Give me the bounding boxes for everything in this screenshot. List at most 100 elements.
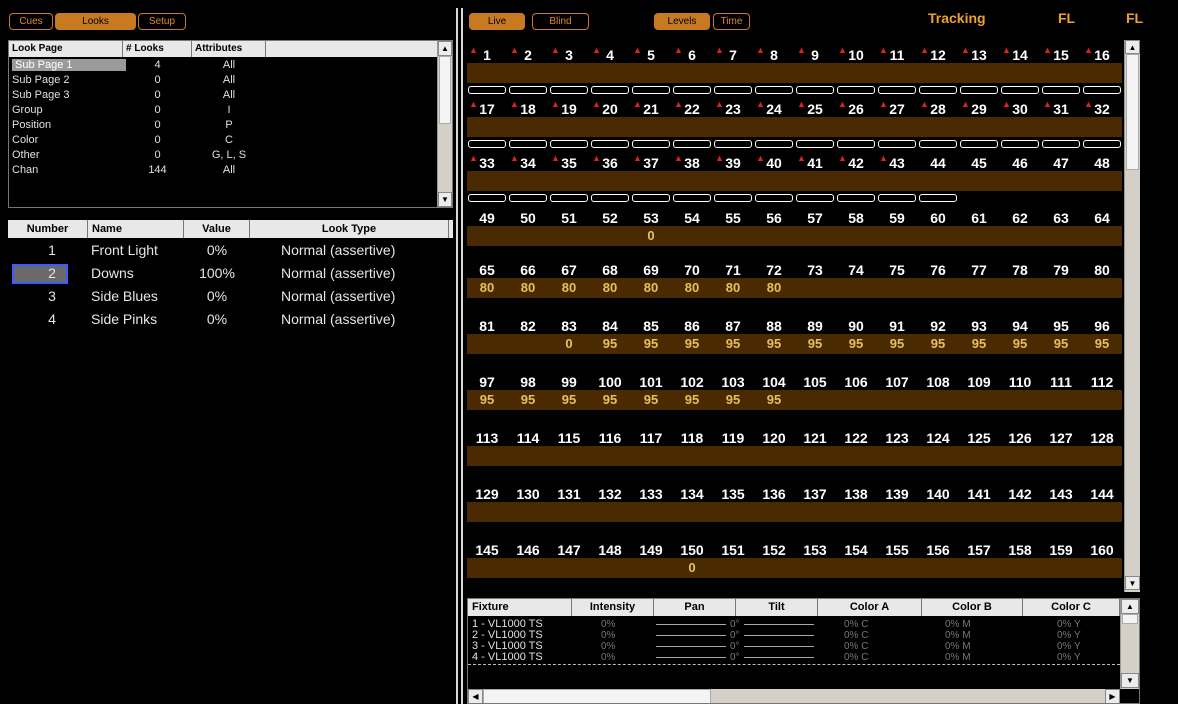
channel-number[interactable]: 118 <box>672 430 712 446</box>
scroll-down-icon[interactable]: ▼ <box>1125 576 1140 590</box>
channel-number[interactable]: 46 <box>1000 155 1040 171</box>
fixture-vscrollbar[interactable]: ▲ ▼ <box>1120 599 1139 689</box>
channel-number[interactable]: 77 <box>959 262 999 278</box>
channel-number[interactable]: 115 <box>549 430 589 446</box>
channel-number[interactable]: 103 <box>713 374 753 390</box>
channel-number[interactable]: 54 <box>672 210 712 226</box>
channel-number[interactable]: 78 <box>1000 262 1040 278</box>
channel-number[interactable]: 134 <box>672 486 712 502</box>
channel-number[interactable]: 117 <box>631 430 671 446</box>
look-page-row[interactable]: Chan 144 All <box>9 163 437 178</box>
channel-number[interactable]: 139 <box>877 486 917 502</box>
col-color-a[interactable]: Color A <box>818 599 922 616</box>
channel-number[interactable]: 94 <box>1000 318 1040 334</box>
channel-number[interactable]: 91 <box>877 318 917 334</box>
channel-number[interactable]: 128 <box>1082 430 1122 446</box>
channel-number[interactable]: 113 <box>467 430 507 446</box>
channel-number[interactable]: 58 <box>836 210 876 226</box>
channel-number[interactable]: 98 <box>508 374 548 390</box>
scroll-thumb[interactable] <box>483 689 711 703</box>
scroll-thumb[interactable] <box>1122 614 1138 624</box>
channel-number[interactable]: 48 <box>1082 155 1122 171</box>
channel-number[interactable]: 158 <box>1000 542 1040 558</box>
look-page-row[interactable]: Group 0 I <box>9 103 437 118</box>
look-page-scrollbar[interactable]: ▲ ▼ <box>437 41 452 207</box>
channel-number[interactable]: 137 <box>795 486 835 502</box>
channel-number[interactable]: 75 <box>877 262 917 278</box>
channel-number[interactable]: 86 <box>672 318 712 334</box>
look-page-row[interactable]: Color 0 C <box>9 133 437 148</box>
channel-number[interactable]: 160 <box>1082 542 1122 558</box>
channel-number[interactable]: 144 <box>1082 486 1122 502</box>
channel-number[interactable]: 84 <box>590 318 630 334</box>
channel-number[interactable]: 68 <box>590 262 630 278</box>
channel-number[interactable]: 57 <box>795 210 835 226</box>
channel-number[interactable]: 67 <box>549 262 589 278</box>
channel-number[interactable]: 93 <box>959 318 999 334</box>
channel-number[interactable]: 142 <box>1000 486 1040 502</box>
channel-number[interactable]: 121 <box>795 430 835 446</box>
channel-number[interactable]: 55 <box>713 210 753 226</box>
tab-setup[interactable]: Setup <box>138 13 186 30</box>
channel-number[interactable]: 130 <box>508 486 548 502</box>
scroll-up-icon[interactable]: ▲ <box>1125 40 1140 54</box>
channel-number[interactable]: 106 <box>836 374 876 390</box>
look-page-row[interactable]: Sub Page 3 0 All <box>9 88 437 103</box>
channel-number[interactable]: 136 <box>754 486 794 502</box>
panel-divider[interactable] <box>456 8 458 704</box>
channel-number[interactable]: 145 <box>467 542 507 558</box>
channel-number[interactable]: 133 <box>631 486 671 502</box>
channel-number[interactable]: 72 <box>754 262 794 278</box>
fixture-row[interactable]: 1 - VL1000 TS 0% 0° 0% C 0% M 0% Y <box>468 619 1120 631</box>
tab-cues[interactable]: Cues <box>9 13 53 30</box>
look-page-row[interactable]: Sub Page 2 0 All <box>9 73 437 88</box>
scroll-down-icon[interactable]: ▼ <box>1121 673 1139 688</box>
channel-number[interactable]: 74 <box>836 262 876 278</box>
channel-number[interactable]: 70 <box>672 262 712 278</box>
scroll-thumb[interactable] <box>439 56 451 124</box>
channel-number[interactable]: 157 <box>959 542 999 558</box>
look-page-row[interactable]: Other 0 G, L, S <box>9 148 437 163</box>
channel-number[interactable]: 59 <box>877 210 917 226</box>
channel-number[interactable]: 85 <box>631 318 671 334</box>
channel-number[interactable]: 127 <box>1041 430 1081 446</box>
channel-number[interactable]: 132 <box>590 486 630 502</box>
look-row[interactable]: 2 Downs 100% Normal (assertive) <box>8 263 453 286</box>
channel-number[interactable]: 116 <box>590 430 630 446</box>
fixture-row[interactable]: 3 - VL1000 TS 0% 0° 0% C 0% M 0% Y <box>468 641 1120 653</box>
scroll-up-icon[interactable]: ▲ <box>438 41 452 56</box>
channel-number[interactable]: 140 <box>918 486 958 502</box>
channel-number[interactable]: 125 <box>959 430 999 446</box>
channel-number[interactable]: 66 <box>508 262 548 278</box>
channel-number[interactable]: 87 <box>713 318 753 334</box>
channel-number[interactable]: 45 <box>959 155 999 171</box>
channel-number[interactable]: 96 <box>1082 318 1122 334</box>
channel-number[interactable]: 122 <box>836 430 876 446</box>
channel-number[interactable]: 156 <box>918 542 958 558</box>
channel-number[interactable]: 108 <box>918 374 958 390</box>
scroll-right-icon[interactable]: ▶ <box>1105 689 1120 703</box>
channel-number[interactable]: 152 <box>754 542 794 558</box>
channel-number[interactable]: 123 <box>877 430 917 446</box>
channel-number[interactable]: 141 <box>959 486 999 502</box>
channel-number[interactable]: 92 <box>918 318 958 334</box>
channel-number[interactable]: 73 <box>795 262 835 278</box>
channel-number[interactable]: 90 <box>836 318 876 334</box>
channel-number[interactable]: 61 <box>959 210 999 226</box>
channel-number[interactable]: 83 <box>549 318 589 334</box>
channel-number[interactable]: 148 <box>590 542 630 558</box>
channel-number[interactable]: 151 <box>713 542 753 558</box>
channel-number[interactable]: 143 <box>1041 486 1081 502</box>
scroll-left-icon[interactable]: ◀ <box>468 689 483 703</box>
look-page-row[interactable]: Position 0 P <box>9 118 437 133</box>
col-name[interactable]: Name <box>88 220 184 238</box>
channel-number[interactable]: 150 <box>672 542 712 558</box>
channel-number[interactable]: 155 <box>877 542 917 558</box>
channel-number[interactable]: 65 <box>467 262 507 278</box>
look-row[interactable]: 4 Side Pinks 0% Normal (assertive) <box>8 309 453 332</box>
channel-number[interactable]: 64 <box>1082 210 1122 226</box>
scroll-thumb[interactable] <box>1126 54 1139 170</box>
col-num-looks[interactable]: # Looks <box>123 41 192 57</box>
channel-number[interactable]: 138 <box>836 486 876 502</box>
col-number[interactable]: Number <box>8 220 88 238</box>
